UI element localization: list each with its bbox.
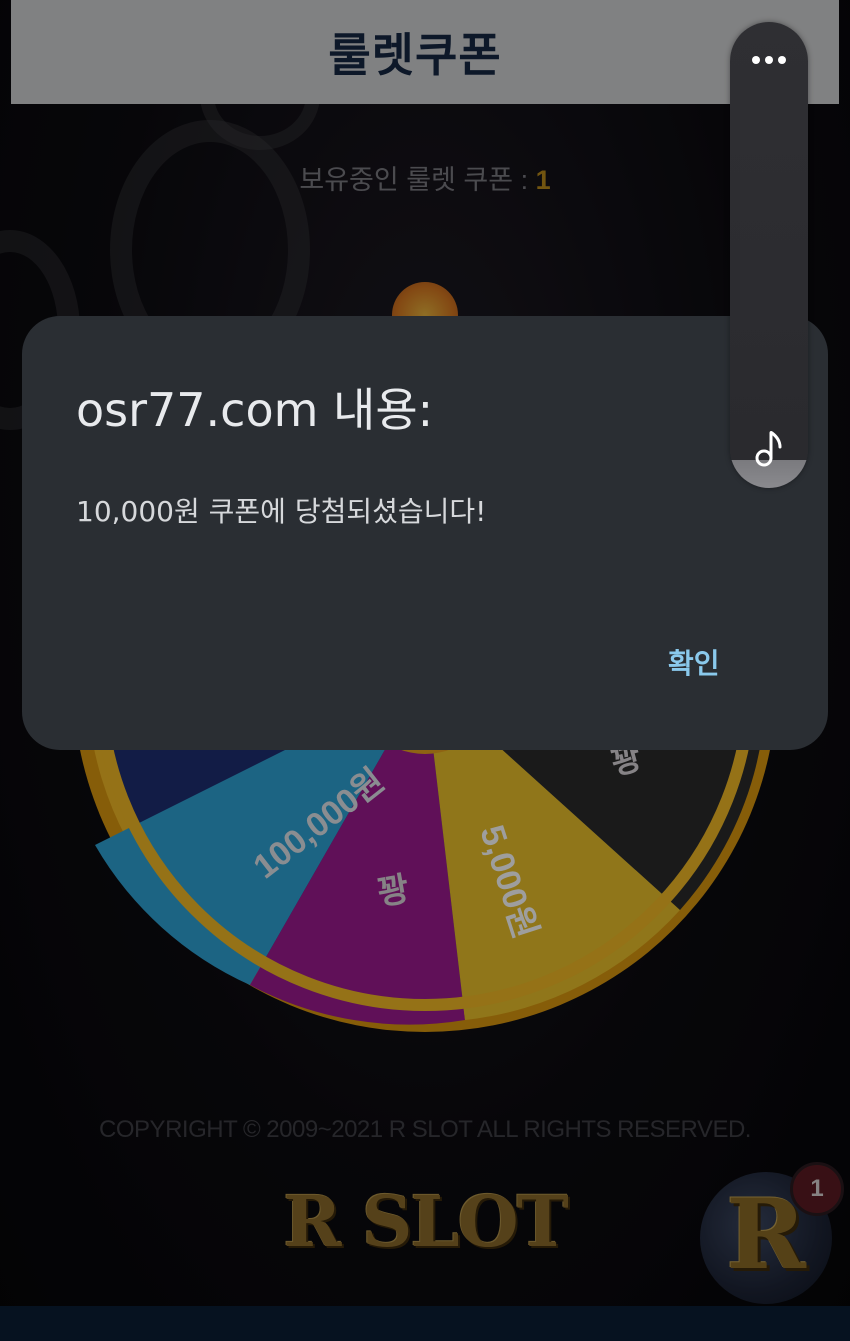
confirm-button[interactable]: 확인 [668, 642, 720, 682]
music-note-icon[interactable] [752, 428, 788, 468]
dialog-message: 10,000원 쿠폰에 당첨되셨습니다! [76, 495, 487, 528]
more-dot [752, 56, 760, 64]
more-horizontal-icon[interactable] [744, 48, 794, 72]
dialog-title: osr77.com 내용: [76, 383, 434, 437]
more-dot [765, 56, 773, 64]
floating-side-panel [730, 22, 808, 488]
music-note-glyph [755, 431, 782, 467]
alert-dialog: osr77.com 내용: 10,000원 쿠폰에 당첨되셨습니다! 확인 [22, 316, 828, 750]
more-dot [778, 56, 786, 64]
